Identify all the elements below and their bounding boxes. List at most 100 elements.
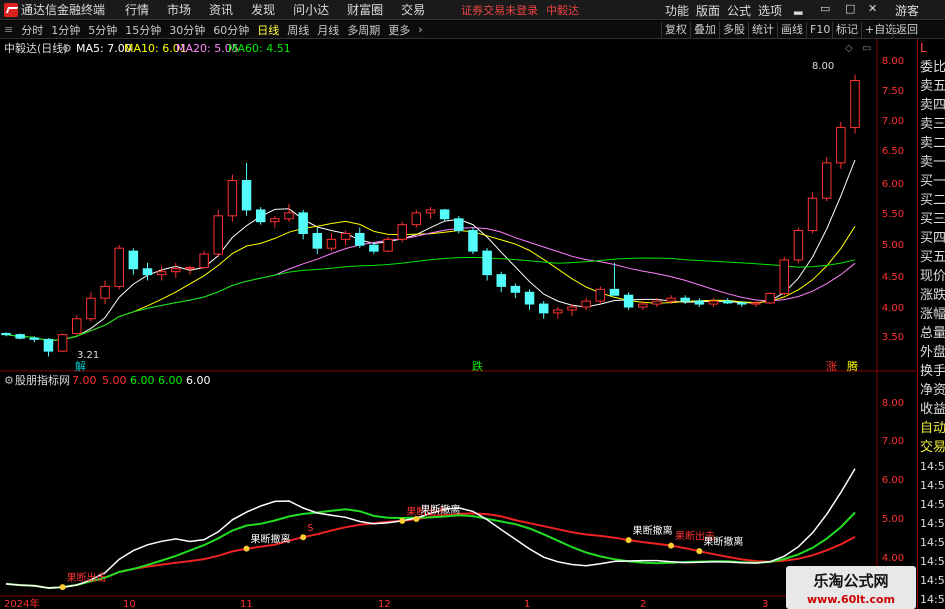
signal-dot	[625, 537, 632, 544]
side-panel-toggle[interactable]: L	[918, 39, 945, 58]
price-tick: 3.50	[882, 332, 904, 343]
period-1min[interactable]: 1分钟	[47, 22, 84, 38]
btn-overlay[interactable]: 叠加	[690, 22, 719, 38]
side-item[interactable]: 总量	[918, 324, 945, 343]
side-item[interactable]: 现价	[918, 267, 945, 286]
marker-die[interactable]: 跌	[472, 359, 483, 373]
indicator-name: 股朋指标网	[15, 373, 70, 387]
marker-jie[interactable]: 解	[75, 359, 86, 373]
menu-function[interactable]: 功能	[665, 2, 689, 19]
menu-layout[interactable]: 版面	[696, 2, 720, 19]
menu-wealth[interactable]: 财富圈	[347, 1, 383, 18]
side-item[interactable]: 卖二	[918, 134, 945, 153]
side-item[interactable]: 外盘	[918, 343, 945, 362]
maximize-icon[interactable]: □	[845, 2, 855, 15]
signal-label: 果断撤离	[703, 535, 743, 548]
price-tick: 5.00	[882, 240, 904, 251]
btn-f10[interactable]: F10	[806, 22, 833, 38]
toolbar-menu-icon[interactable]: ≡	[0, 23, 17, 36]
period-monthly[interactable]: 月线	[313, 22, 343, 38]
menu-quotes[interactable]: 行情	[125, 1, 149, 18]
time-cell: 14:56	[920, 574, 945, 587]
time-cell: 14:56	[920, 536, 945, 549]
side-item[interactable]: 卖五	[918, 77, 945, 96]
candle-body	[383, 238, 393, 252]
indicator-gear-icon[interactable]: ⚙	[4, 374, 14, 387]
x-tick: 2	[640, 599, 646, 609]
candle-body	[807, 197, 818, 232]
period-daily[interactable]: 日线	[253, 22, 283, 38]
restore-icon[interactable]: ▭	[820, 2, 830, 15]
side-item[interactable]: 买三	[918, 210, 945, 229]
menu-market[interactable]: 市场	[167, 1, 191, 18]
chevron-right-icon[interactable]: ›	[414, 23, 426, 36]
candle-body	[779, 259, 789, 294]
price-tick: 6.00	[882, 179, 904, 190]
candle-body	[821, 162, 832, 199]
btn-stats[interactable]: 统计	[748, 22, 777, 38]
watermark: 乐淘公式网 www.60lt.com	[786, 566, 916, 609]
close-icon[interactable]: ✕	[868, 2, 877, 15]
signal-dot	[696, 548, 703, 555]
side-item[interactable]: 委比	[918, 58, 945, 77]
period-multi[interactable]: 多周期	[343, 22, 384, 38]
candle-body	[397, 224, 407, 240]
candle-body	[142, 268, 153, 276]
marker-teng[interactable]: 腾	[847, 359, 858, 373]
period-30min[interactable]: 30分钟	[165, 22, 209, 38]
chart-area[interactable]: 果断出击果断撤离S果断出击果断撤离果断撤离果断出击果断撤离 中毅达(日线) ⚙ …	[0, 39, 917, 609]
diamond-icon[interactable]: ◇	[845, 43, 853, 54]
menu-news[interactable]: 资讯	[209, 1, 233, 18]
period-5min[interactable]: 5分钟	[84, 22, 121, 38]
period-weekly[interactable]: 周线	[283, 22, 313, 38]
price-tick: 4.00	[882, 303, 904, 314]
side-item[interactable]: 买一	[918, 172, 945, 191]
login-warning[interactable]: 证券交易未登录	[461, 2, 538, 18]
minimize-icon[interactable]: ▂	[794, 2, 802, 15]
ind-v2: 5.00	[102, 374, 127, 387]
marker-zhang[interactable]: 涨	[826, 360, 837, 373]
candle-body	[666, 297, 676, 302]
menu-options[interactable]: 选项	[758, 2, 782, 19]
price-tick: 8.00	[882, 56, 904, 67]
candle-body	[312, 232, 323, 249]
side-item-trade[interactable]: 交易	[918, 438, 945, 457]
btn-adjust[interactable]: 复权	[661, 22, 690, 38]
x-tick: 1	[524, 599, 530, 609]
side-item[interactable]: 换手	[918, 362, 945, 381]
side-item[interactable]: 净资	[918, 381, 945, 400]
collapse-icon[interactable]: ▭	[862, 43, 871, 54]
side-item[interactable]: 卖四	[918, 96, 945, 115]
period-15min[interactable]: 15分钟	[121, 22, 165, 38]
side-item-auto[interactable]: 自动	[918, 419, 945, 438]
side-item[interactable]: 买五	[918, 248, 945, 267]
candle-body	[652, 300, 662, 305]
side-item[interactable]: 涨幅	[918, 305, 945, 324]
btn-multistock[interactable]: 多股	[719, 22, 748, 38]
period-more[interactable]: 更多	[384, 22, 414, 38]
signal-label: 果断撤离	[633, 524, 673, 537]
side-item[interactable]: 卖三	[918, 115, 945, 134]
menu-trade[interactable]: 交易	[401, 1, 425, 18]
menu-discover[interactable]: 发现	[251, 1, 275, 18]
period-60min[interactable]: 60分钟	[209, 22, 253, 38]
candle-body	[482, 250, 492, 276]
ind-v5: 6.00	[186, 374, 211, 387]
btn-back[interactable]: 返回	[892, 22, 921, 38]
signal-dot	[413, 516, 420, 523]
menu-formula[interactable]: 公式	[727, 2, 751, 19]
menu-ask[interactable]: 问小达	[293, 1, 329, 18]
candle-body	[411, 212, 422, 226]
price-tick: 7.50	[882, 86, 904, 97]
side-item[interactable]: 买四	[918, 229, 945, 248]
btn-mark[interactable]: 标记	[832, 22, 861, 38]
side-item[interactable]: 收益	[918, 400, 945, 419]
btn-draw[interactable]: 画线	[777, 22, 806, 38]
guest-label[interactable]: 游客	[895, 2, 919, 19]
side-item[interactable]: 买二	[918, 191, 945, 210]
settings-gear-icon[interactable]: ⚙	[62, 42, 72, 55]
side-item[interactable]: 卖一	[918, 153, 945, 172]
candle-body	[199, 253, 209, 269]
side-item[interactable]: 涨跌	[918, 286, 945, 305]
period-tick[interactable]: 分时	[17, 22, 47, 38]
